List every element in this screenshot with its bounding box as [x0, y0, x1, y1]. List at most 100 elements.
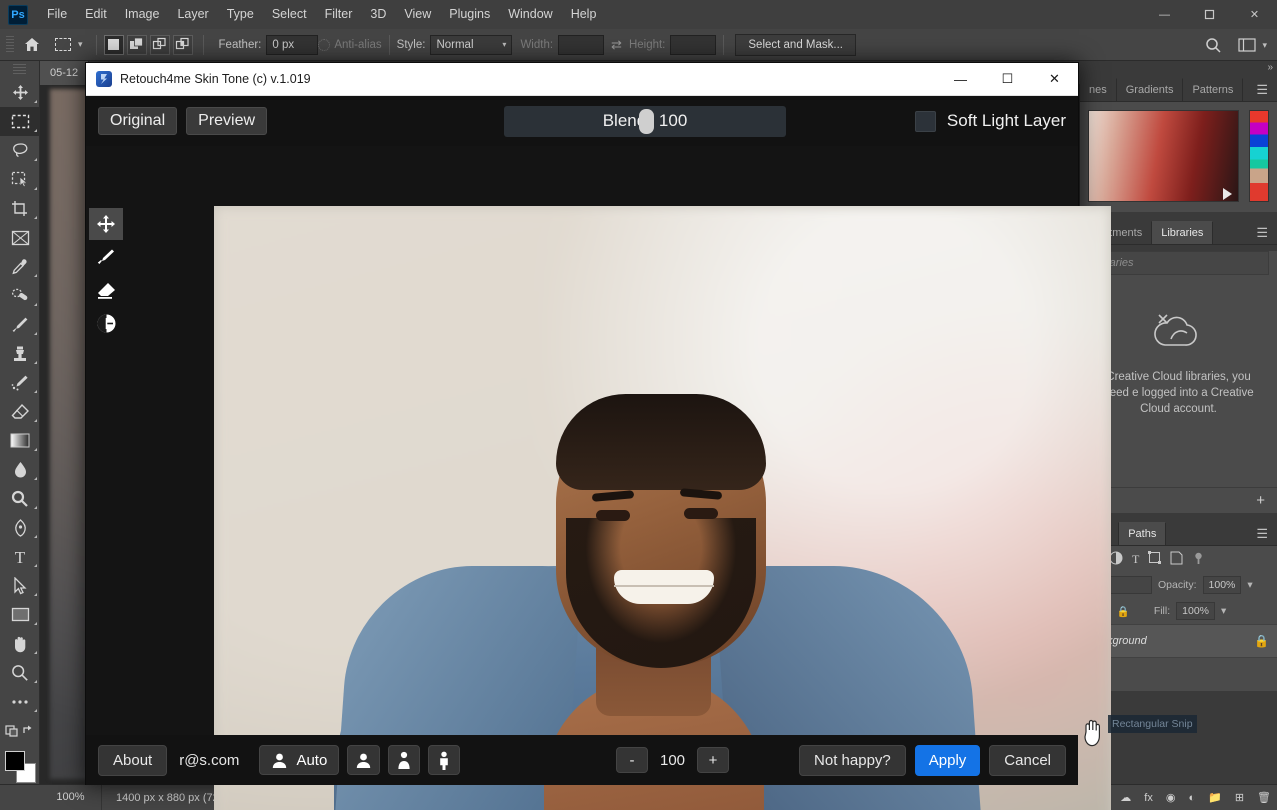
panel-menu-icon[interactable]: ☰ — [1247, 522, 1277, 545]
move-tool[interactable] — [89, 208, 123, 240]
menu-item-plugins[interactable]: Plugins — [440, 0, 499, 29]
selection-subtract-button[interactable] — [150, 35, 170, 55]
swap-dimensions-icon[interactable]: ⇄ — [611, 37, 622, 53]
color-field[interactable] — [1088, 110, 1239, 202]
cancel-button[interactable]: Cancel — [989, 745, 1066, 776]
cloud-documents-icon[interactable]: ☁ — [1120, 791, 1131, 804]
gradient-tool[interactable] — [0, 426, 40, 455]
portrait-detect-button[interactable] — [347, 745, 380, 775]
minimize-button[interactable]: — — [1142, 0, 1187, 29]
type-tool[interactable]: T — [0, 542, 40, 571]
healing-brush-tool[interactable] — [0, 281, 40, 310]
feather-input[interactable]: 0 px — [266, 35, 318, 55]
dodge-tool[interactable] — [0, 484, 40, 513]
adjustment-layer-icon[interactable]: ◉ — [1166, 791, 1176, 804]
menu-item-image[interactable]: Image — [116, 0, 169, 29]
original-button[interactable]: Original — [98, 107, 177, 135]
layer-mask-icon[interactable]: ◐ — [1188, 792, 1195, 804]
dialog-preview-area[interactable]: Rectangular Snip — [86, 146, 1078, 735]
new-layer-icon[interactable]: ⊞ — [1235, 791, 1244, 804]
email-link[interactable]: r@s.com — [179, 752, 239, 769]
foreground-background-colors[interactable] — [0, 749, 40, 789]
eraser-tool[interactable] — [0, 397, 40, 426]
move-tool[interactable] — [0, 78, 40, 107]
menu-item-view[interactable]: View — [395, 0, 440, 29]
blend-slider[interactable]: Blend: 100 — [504, 106, 786, 137]
edit-toolbar-icon[interactable] — [0, 687, 40, 716]
blur-tool[interactable] — [0, 455, 40, 484]
rectangular-marquee-icon[interactable] — [50, 33, 76, 57]
tab-gradients[interactable]: Gradients — [1117, 78, 1184, 101]
not-happy-button[interactable]: Not happy? — [799, 745, 906, 776]
foreground-color-swatch[interactable] — [5, 751, 25, 771]
object-selection-tool[interactable] — [0, 165, 40, 194]
lasso-tool[interactable] — [0, 136, 40, 165]
full-body-detect-button[interactable] — [428, 745, 460, 775]
zoom-in-button[interactable]: + — [697, 747, 729, 773]
menu-item-3d[interactable]: 3D — [361, 0, 395, 29]
eraser-tool[interactable] — [89, 274, 123, 306]
soft-light-checkbox[interactable] — [915, 111, 936, 132]
eyedropper-tool[interactable] — [0, 252, 40, 281]
retouch4me-dialog[interactable]: Retouch4me Skin Tone (c) v.1.019 — ☐ ✕ O… — [85, 62, 1079, 785]
clone-stamp-tool[interactable] — [0, 339, 40, 368]
width-input[interactable] — [558, 35, 604, 55]
maximize-button[interactable] — [1187, 0, 1232, 29]
toggle-filters-icon[interactable] — [1192, 551, 1205, 568]
about-button[interactable]: About — [98, 745, 167, 776]
libraries-search-input[interactable]: libraries — [1088, 251, 1269, 275]
image-preview[interactable] — [214, 206, 1111, 810]
selection-intersect-button[interactable] — [173, 35, 193, 55]
tab-libraries[interactable]: Libraries — [1152, 221, 1213, 244]
menu-item-window[interactable]: Window — [499, 0, 561, 29]
document-tab[interactable]: 05-12 — [40, 61, 89, 85]
dialog-minimize-button[interactable]: — — [937, 63, 984, 96]
tab-swatches[interactable]: nes — [1080, 78, 1117, 101]
hand-tool[interactable] — [0, 629, 40, 658]
path-selection-tool[interactable] — [0, 571, 40, 600]
tab-paths[interactable]: Paths — [1119, 522, 1166, 545]
menu-item-edit[interactable]: Edit — [76, 0, 116, 29]
auto-button[interactable]: Auto — [259, 745, 339, 775]
lock-position-icon[interactable]: 🔒 — [1117, 605, 1130, 618]
workspace-switcher-icon[interactable] — [1234, 33, 1260, 57]
delete-layer-icon[interactable]: 🗑 — [1257, 791, 1271, 804]
style-select[interactable]: Normal ▾ — [430, 35, 512, 55]
blend-slider-handle[interactable] — [639, 109, 654, 134]
group-layers-icon[interactable]: 📁 — [1208, 791, 1222, 804]
fill-value[interactable]: 100% — [1176, 602, 1215, 620]
hue-strip[interactable] — [1249, 110, 1269, 202]
opacity-value[interactable]: 100% — [1203, 576, 1242, 594]
soft-light-layer-option[interactable]: Soft Light Layer — [915, 111, 1066, 132]
selection-add-button[interactable] — [127, 35, 147, 55]
panel-menu-icon[interactable]: ☰ — [1247, 221, 1277, 244]
menu-item-help[interactable]: Help — [562, 0, 606, 29]
home-icon[interactable] — [18, 33, 46, 57]
frame-tool[interactable] — [0, 223, 40, 252]
tab-patterns[interactable]: Patterns — [1183, 78, 1243, 101]
smart-object-filter-icon[interactable] — [1170, 551, 1183, 568]
crop-tool[interactable] — [0, 194, 40, 223]
workspace-chevron-down-icon[interactable]: ▾ — [1262, 40, 1267, 51]
select-and-mask-button[interactable]: Select and Mask... — [735, 34, 856, 56]
panel-menu-icon[interactable]: ☰ — [1247, 78, 1277, 101]
tools-panel-grip[interactable] — [13, 64, 26, 76]
compare-tool[interactable] — [89, 307, 123, 339]
type-filter-icon[interactable]: T — [1132, 552, 1139, 567]
dialog-maximize-button[interactable]: ☐ — [984, 63, 1031, 96]
menu-item-filter[interactable]: Filter — [316, 0, 362, 29]
dialog-close-button[interactable]: ✕ — [1031, 63, 1078, 96]
menu-item-type[interactable]: Type — [218, 0, 263, 29]
zoom-out-button[interactable]: - — [616, 747, 648, 773]
zoom-tool[interactable] — [0, 658, 40, 687]
rectangle-tool[interactable] — [0, 600, 40, 629]
menu-item-select[interactable]: Select — [263, 0, 316, 29]
fill-chevron-down-icon[interactable]: ▾ — [1221, 605, 1226, 617]
selection-new-button[interactable] — [104, 35, 124, 55]
default-colors-icon[interactable] — [0, 716, 40, 745]
half-body-detect-button[interactable] — [388, 745, 420, 775]
opacity-chevron-down-icon[interactable]: ▾ — [1247, 579, 1252, 591]
options-bar-grip[interactable] — [6, 36, 14, 54]
search-icon[interactable] — [1200, 33, 1226, 57]
tool-preset-chevron-down-icon[interactable]: ▾ — [78, 39, 83, 50]
